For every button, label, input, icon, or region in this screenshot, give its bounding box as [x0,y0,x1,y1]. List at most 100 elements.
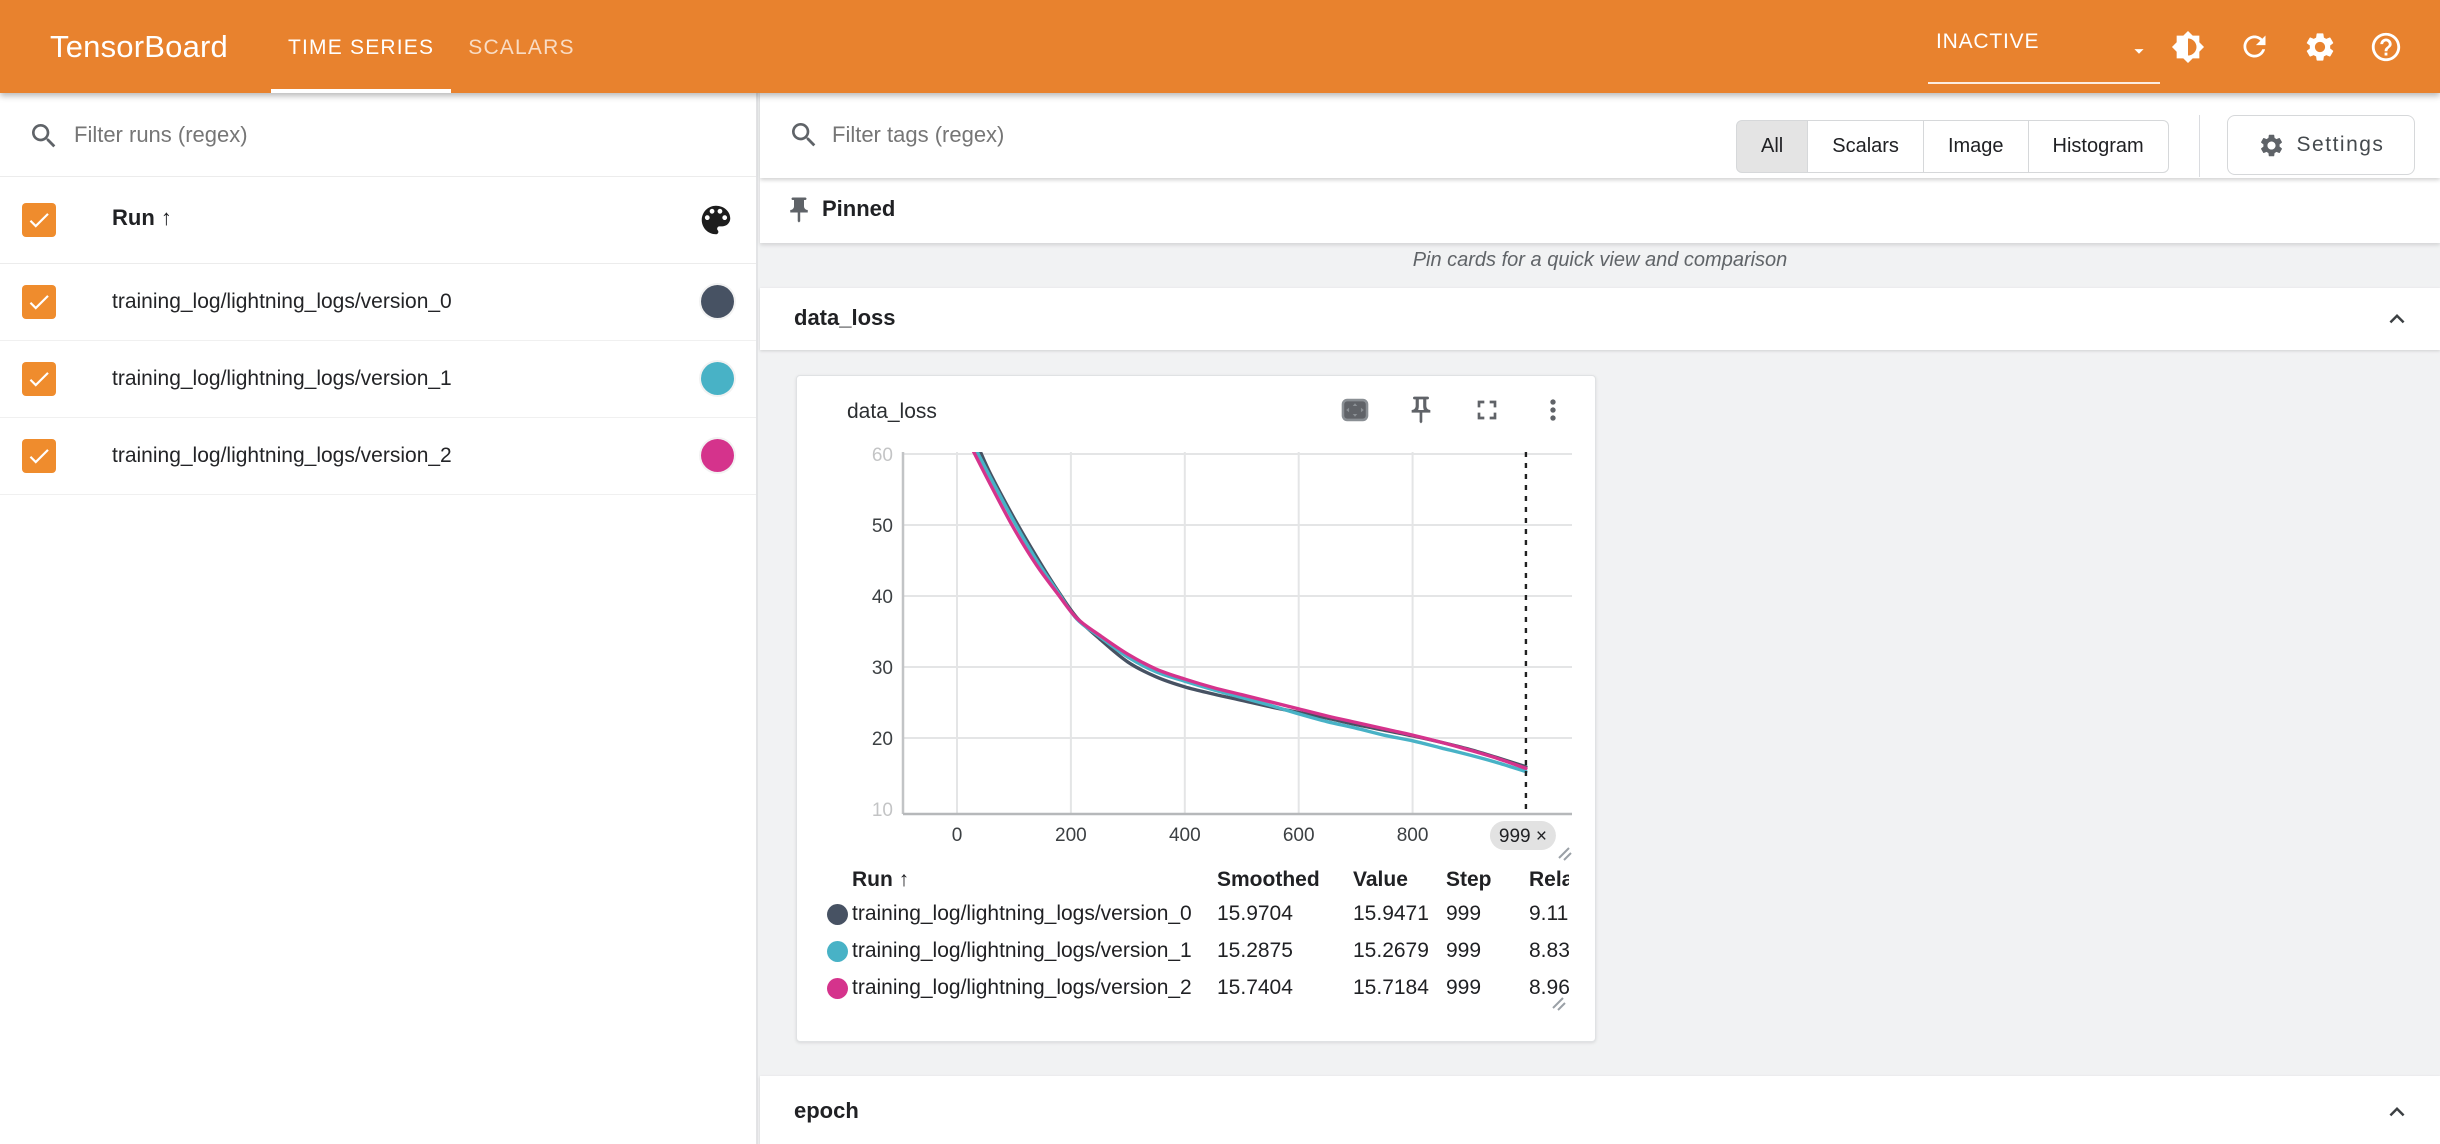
header-tabs: TIME SERIES SCALARS [271,0,592,93]
card-action-buttons [1337,392,1571,428]
run-color-dot[interactable] [701,362,734,395]
section-header-epoch[interactable]: epoch [760,1076,2440,1144]
x-tick-label: 600 [1283,825,1315,846]
cell-run: training_log/lightning_logs/version_0 [852,902,1192,926]
filter-runs-input[interactable] [74,115,674,155]
cell-run: training_log/lightning_logs/version_1 [852,939,1192,963]
settings-gear-icon [2258,132,2285,159]
main-content: All Scalars Image Histogram Settings Pin… [760,93,2440,1144]
chevron-up-icon[interactable] [2382,1097,2412,1127]
col-run[interactable]: Run ↑ [852,868,909,892]
search-icon [788,119,820,151]
col-smoothed: Smoothed [1217,868,1320,892]
brightness-icon[interactable] [2170,29,2206,65]
y-tick-label: 10 [872,800,893,821]
cell-value: 15.7184 [1353,976,1429,1000]
step-marker-label[interactable]: 999 × [1499,826,1547,847]
settings-button[interactable]: Settings [2227,115,2415,175]
run-status-label: INACTIVE [1936,30,2039,54]
run-color-dot [827,941,848,962]
pinned-hint-text: Pin cards for a quick view and compariso… [760,249,2440,272]
filter-scalars-button[interactable]: Scalars [1807,120,1924,173]
col-value: Value [1353,868,1408,892]
run-color-dot [827,904,848,925]
run-row-version-2[interactable]: training_log/lightning_logs/version_2 [0,418,756,495]
run-row-version-1[interactable]: training_log/lightning_logs/version_1 [0,341,756,418]
chevron-up-icon[interactable] [2382,304,2412,334]
table-resize-handle[interactable] [1549,994,1569,1019]
filter-all-button[interactable]: All [1736,120,1808,173]
run-label: training_log/lightning_logs/version_0 [112,290,452,314]
help-icon[interactable] [2368,29,2404,65]
cell-step: 999 [1446,976,1481,1000]
pinned-hint-zone: Pin cards for a quick view and compariso… [760,243,2440,288]
card-title: data_loss [847,400,937,424]
run-status-dropdown[interactable]: INACTIVE [1928,0,2160,93]
run-color-dot[interactable] [701,439,734,472]
run-checkbox[interactable] [22,362,56,396]
tab-scalars[interactable]: SCALARS [451,0,591,93]
run-checkbox[interactable] [22,285,56,319]
fullscreen-icon[interactable] [1469,392,1505,428]
fit-domain-icon[interactable] [1337,392,1373,428]
run-color-dot[interactable] [701,285,734,318]
filter-runs-row [0,93,756,177]
cell-smoothed: 15.9704 [1217,902,1293,926]
filter-histogram-button[interactable]: Histogram [2028,120,2169,173]
series-line [976,450,1526,771]
app-header: TensorBoard TIME SERIES SCALARS INACTIVE [0,0,2440,93]
pinned-title: Pinned [822,196,895,222]
select-all-runs-checkbox[interactable] [22,203,56,237]
cell-smoothed: 15.7404 [1217,976,1293,1000]
filter-image-button[interactable]: Image [1923,120,2029,173]
run-row-version-0[interactable]: training_log/lightning_logs/version_0 [0,264,756,341]
cell-relative: 8.835 [1529,939,1569,963]
run-checkbox[interactable] [22,439,56,473]
tab-time-series[interactable]: TIME SERIES [271,0,451,93]
palette-icon[interactable] [697,201,737,241]
runs-column-header[interactable]: Run ↑ [112,205,172,231]
settings-gear-icon[interactable] [2302,29,2338,65]
run-label: training_log/lightning_logs/version_2 [112,444,452,468]
pinned-section-header[interactable]: Pinned [760,178,2440,243]
y-tick-label: 30 [872,658,893,679]
cell-smoothed: 15.2875 [1217,939,1293,963]
series-line [973,450,1526,768]
tensorboard-app: TensorBoard TIME SERIES SCALARS INACTIVE [0,0,2440,1144]
header-icon-buttons [2170,0,2404,93]
series-line [980,450,1526,766]
cell-run: training_log/lightning_logs/version_2 [852,976,1192,1000]
tooltip-table-header: Run ↑ Smoothed Value Step Relative [825,864,1569,898]
runs-list-header: Run ↑ [0,177,756,264]
more-options-icon[interactable] [1535,392,1571,428]
tooltip-row-version-2: training_log/lightning_logs/version_2 15… [825,972,1569,1006]
cell-value: 15.2679 [1353,939,1429,963]
tag-filter-toolbar: All Scalars Image Histogram Settings [760,93,2440,178]
y-tick-label: 40 [872,587,893,608]
cell-value: 15.9471 [1353,902,1429,926]
app-logo: TensorBoard [50,0,228,93]
x-tick-label: 400 [1169,825,1201,846]
section-title: data_loss [794,305,896,331]
pin-card-icon[interactable] [1403,392,1439,428]
chevron-down-icon [2128,40,2150,67]
cell-relative: 9.118 [1529,902,1569,926]
refresh-icon[interactable] [2236,29,2272,65]
runs-sidebar: Run ↑ training_log/lightning_logs/versio… [0,93,758,1144]
filter-tags-input[interactable] [832,115,1682,155]
tag-type-filter-group: All Scalars Image Histogram [1736,120,2169,173]
col-step: Step [1446,868,1492,892]
dropdown-underline [1928,82,2160,84]
y-tick-label: 20 [872,729,893,750]
section-header-data-loss[interactable]: data_loss [760,288,2440,350]
loss-line-chart[interactable]: 1020304050600200400600800999 × [797,441,1597,861]
cell-step: 999 [1446,939,1481,963]
y-tick-label: 50 [872,516,893,537]
search-icon [28,120,60,152]
tooltip-row-version-1: training_log/lightning_logs/version_1 15… [825,935,1569,969]
x-tick-label: 0 [952,825,963,846]
col-relative: Relative [1529,868,1569,892]
y-tick-label: 60 [872,445,893,466]
run-label: training_log/lightning_logs/version_1 [112,367,452,391]
toolbar-divider [2199,115,2200,177]
